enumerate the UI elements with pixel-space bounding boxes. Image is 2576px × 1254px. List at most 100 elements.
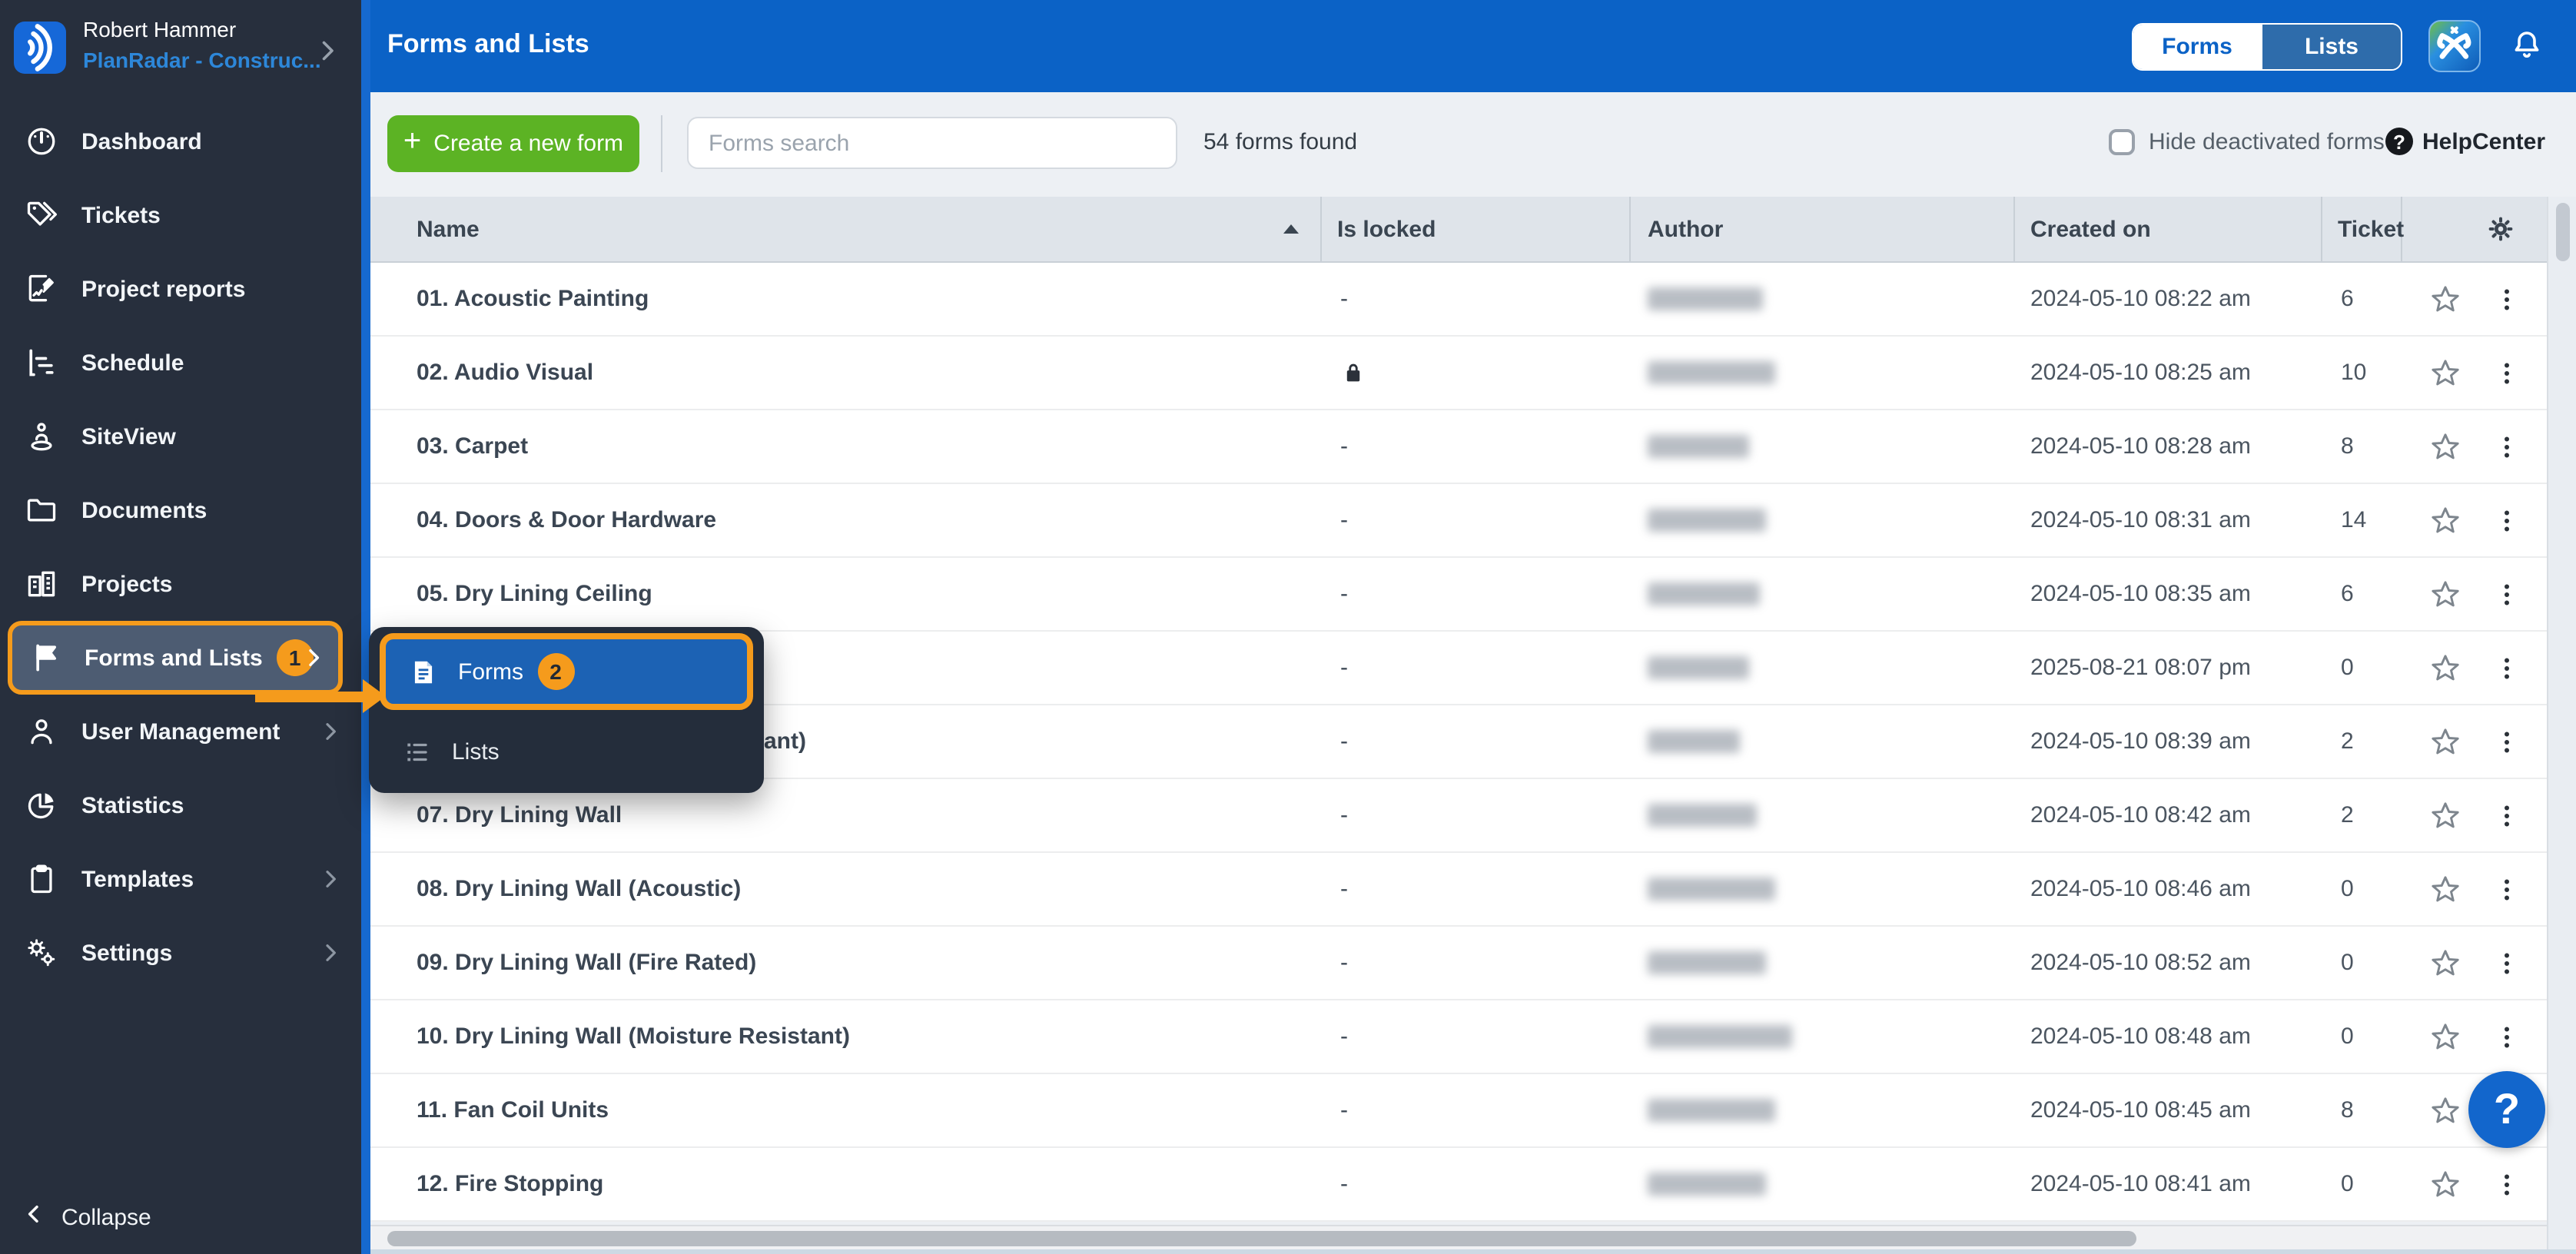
helpcenter-link[interactable]: HelpCenter (2422, 129, 2545, 155)
table-row[interactable]: 05. Dry Lining Ceiling - 2024-05-10 08:3… (370, 558, 2547, 632)
column-header-ticket[interactable]: Ticket (2322, 197, 2404, 261)
favorite-star-icon[interactable] (2428, 356, 2462, 390)
table-row[interactable]: 03. Carpet - 2024-05-10 08:28 am 8 (370, 410, 2547, 484)
row-menu-kebab-icon[interactable] (2493, 872, 2521, 906)
column-label: Is locked (1337, 216, 1436, 242)
favorite-star-icon[interactable] (2428, 577, 2462, 611)
row-menu-kebab-icon[interactable] (2493, 503, 2521, 537)
sidebar-item-settings[interactable]: Settings (0, 916, 361, 990)
sidebar-item-projects[interactable]: Projects (0, 547, 361, 621)
help-question-icon[interactable]: ? (2385, 128, 2413, 155)
sidebar-item-tickets[interactable]: Tickets (0, 178, 361, 252)
table-row[interactable]: 01. Acoustic Painting - 2024-05-10 08:22… (370, 263, 2547, 337)
favorite-star-icon[interactable] (2428, 1093, 2462, 1127)
table-row[interactable]: 02. Audio Visual 2024-05-10 08:25 am 10 (370, 337, 2547, 410)
row-menu-kebab-icon[interactable] (2493, 356, 2521, 390)
floating-help-button[interactable]: ? (2468, 1071, 2545, 1148)
create-new-form-button[interactable]: + Create a new form (387, 115, 639, 172)
table-row[interactable]: 12. Fire Stopping - 2024-05-10 08:41 am … (370, 1148, 2547, 1222)
favorite-star-icon[interactable] (2428, 282, 2462, 316)
form-name[interactable]: 04. Doors & Door Hardware (370, 507, 716, 533)
sidebar-scrollbar[interactable] (361, 0, 370, 1254)
sidebar-item-siteview[interactable]: SiteView (0, 400, 361, 473)
hide-deactivated-label[interactable]: Hide deactivated forms (2149, 129, 2385, 155)
form-name[interactable]: 10. Dry Lining Wall (Moisture Resistant) (370, 1023, 850, 1050)
sidebar-item-label: SiteView (81, 423, 176, 450)
favorite-star-icon[interactable] (2428, 503, 2462, 537)
row-menu-kebab-icon[interactable] (2493, 430, 2521, 463)
form-name[interactable]: 09. Dry Lining Wall (Fire Rated) (370, 950, 756, 976)
account-switcher[interactable]: Robert Hammer PlanRadar - Construc... (0, 0, 361, 104)
annotation-arrow (255, 679, 386, 713)
sidebar-item-schedule[interactable]: Schedule (0, 326, 361, 400)
sidebar-item-statistics[interactable]: Statistics (0, 768, 361, 842)
flyout-item-lists[interactable]: Lists (380, 721, 753, 784)
planradar-connect-icon[interactable] (2428, 20, 2481, 72)
favorite-star-icon[interactable] (2428, 725, 2462, 758)
sidebar-item-templates[interactable]: Templates (0, 842, 361, 916)
table-row[interactable]: 08. Dry Lining Wall (Acoustic) - 2024-05… (370, 853, 2547, 927)
table-row[interactable]: 11. Fan Coil Units - 2024-05-10 08:45 am… (370, 1074, 2547, 1148)
person-icon (25, 715, 58, 748)
flag-icon (31, 641, 65, 675)
notifications-bell-icon[interactable] (2508, 28, 2545, 65)
table-row[interactable]: 09. Dry Lining Wall (Fire Rated) - 2024-… (370, 927, 2547, 1000)
column-header-author[interactable]: Author (1631, 197, 2015, 261)
sidebar-item-label: Schedule (81, 350, 184, 376)
column-header-is-locked[interactable]: Is locked (1322, 197, 1631, 261)
sidebar-item-documents[interactable]: Documents (0, 473, 361, 547)
sidebar-item-project-reports[interactable]: Project reports (0, 252, 361, 326)
row-menu-kebab-icon[interactable] (2493, 651, 2521, 685)
horizontal-scrollbar[interactable] (370, 1225, 2547, 1249)
form-name[interactable]: 07. Dry Lining Wall (370, 802, 622, 828)
row-menu-kebab-icon[interactable] (2493, 282, 2521, 316)
created-value: 2025-08-21 08:07 pm (2030, 655, 2251, 681)
toggle-forms[interactable]: Forms (2133, 25, 2261, 69)
row-menu-kebab-icon[interactable] (2493, 1020, 2521, 1053)
row-menu-kebab-icon[interactable] (2493, 946, 2521, 980)
form-name[interactable]: 12. Fire Stopping (370, 1171, 603, 1197)
collapse-label: Collapse (61, 1205, 151, 1231)
toggle-lists[interactable]: Lists (2261, 25, 2401, 69)
created-value: 2024-05-10 08:42 am (2030, 802, 2251, 828)
form-name[interactable]: 03. Carpet (370, 433, 528, 459)
horizontal-scrollbar-thumb[interactable] (387, 1231, 2136, 1246)
row-menu-kebab-icon[interactable] (2493, 798, 2521, 832)
sidebar-item-forms-and-lists[interactable]: Forms and Lists 1 (8, 621, 343, 695)
cell-is-locked: - (1322, 263, 1631, 335)
sidebar-item-dashboard[interactable]: Dashboard (0, 104, 361, 178)
form-name[interactable]: 01. Acoustic Painting (370, 286, 649, 312)
table-row[interactable]: 04. Doors & Door Hardware - 2024-05-10 0… (370, 484, 2547, 558)
favorite-star-icon[interactable] (2428, 946, 2462, 980)
cell-author (1631, 263, 2015, 335)
sidebar-item-user-management[interactable]: User Management (0, 695, 361, 768)
table-row[interactable]: 10. Dry Lining Wall (Moisture Resistant)… (370, 1000, 2547, 1074)
forms-search-input[interactable] (687, 117, 1177, 169)
favorite-star-icon[interactable] (2428, 1020, 2462, 1053)
hide-deactivated-checkbox[interactable] (2109, 129, 2135, 155)
row-menu-kebab-icon[interactable] (2493, 577, 2521, 611)
locked-value: - (1340, 802, 1348, 828)
created-value: 2024-05-10 08:41 am (2030, 1171, 2251, 1197)
form-name[interactable]: 11. Fan Coil Units (370, 1097, 609, 1123)
form-name[interactable]: 02. Audio Visual (370, 360, 593, 386)
locked-value: - (1340, 728, 1348, 755)
form-name[interactable]: 08. Dry Lining Wall (Acoustic) (370, 876, 741, 902)
sidebar-collapse-button[interactable]: Collapse (22, 1202, 151, 1234)
vertical-scrollbar-thumb[interactable] (2556, 203, 2570, 261)
flyout-item-forms[interactable]: Forms 2 (380, 633, 753, 710)
column-header-actions (2402, 197, 2547, 261)
cell-is-locked: - (1322, 632, 1631, 704)
row-menu-kebab-icon[interactable] (2493, 1167, 2521, 1201)
favorite-star-icon[interactable] (2428, 1167, 2462, 1201)
favorite-star-icon[interactable] (2428, 798, 2462, 832)
row-menu-kebab-icon[interactable] (2493, 725, 2521, 758)
form-name[interactable]: 05. Dry Lining Ceiling (370, 581, 652, 607)
column-settings-gear-icon[interactable] (2485, 214, 2516, 244)
favorite-star-icon[interactable] (2428, 430, 2462, 463)
column-header-name[interactable]: Name (370, 197, 1322, 261)
favorite-star-icon[interactable] (2428, 872, 2462, 906)
favorite-star-icon[interactable] (2428, 651, 2462, 685)
column-header-created-on[interactable]: Created on (2015, 197, 2322, 261)
vertical-scrollbar[interactable] (2547, 197, 2576, 1249)
